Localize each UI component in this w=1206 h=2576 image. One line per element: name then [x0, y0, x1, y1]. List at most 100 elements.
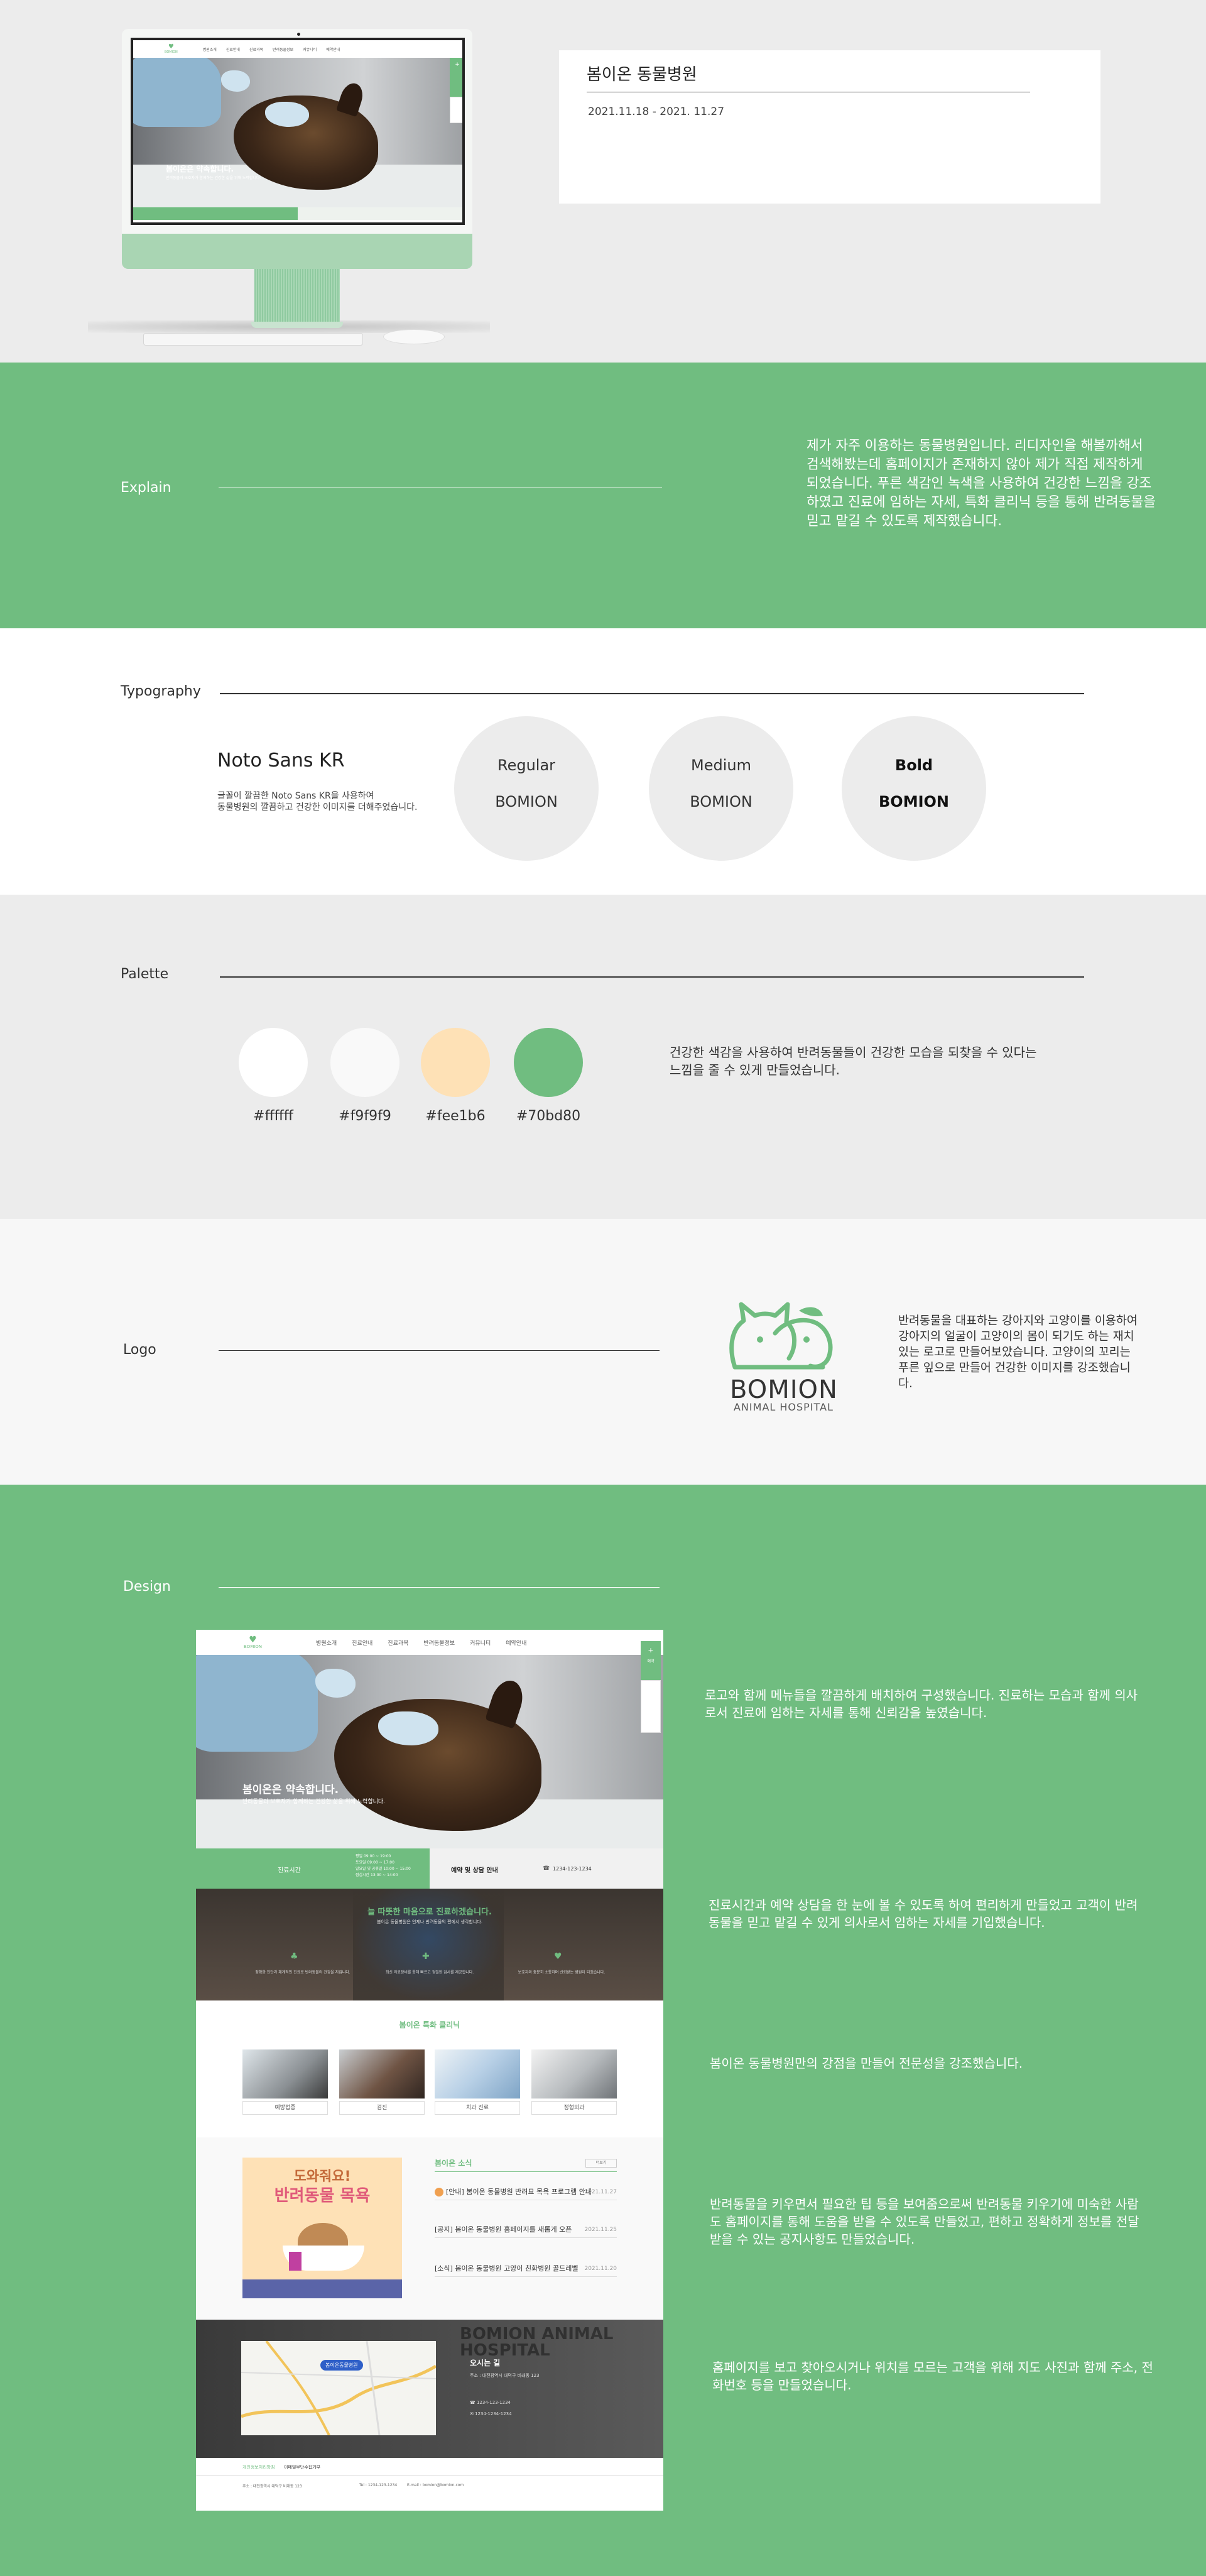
mock-quick-menu[interactable]: + 예약	[641, 1641, 661, 1680]
map-marker[interactable]: 봄이온동물병원	[320, 2360, 363, 2371]
notice-row[interactable]: [공지] 봄이온 동물병원 홈페이지를 새롭게 오픈 2021.11.25	[435, 2222, 617, 2238]
logo-rule	[219, 1350, 660, 1351]
weight-sample: BOMION	[879, 793, 949, 810]
mouse	[383, 329, 445, 344]
fax-icon: ✉	[470, 2411, 475, 2416]
notice-text: [공지] 봄이온 동물병원 홈페이지를 새롭게 오픈	[435, 2225, 572, 2234]
project-title: 봄이온 동물병원	[587, 65, 697, 84]
mini-nav-item[interactable]: 진료과목	[249, 46, 263, 52]
mock-nav-item[interactable]: 진료과목	[388, 1639, 408, 1647]
palette-section: Palette #ffffff #f9f9f9 #fee1b6 #70bd80 …	[0, 895, 1206, 1219]
weight-medium-circle: Medium BOMION	[649, 716, 793, 861]
weight-sample: BOMION	[690, 793, 752, 810]
mock-nav-item[interactable]: 병원소개	[316, 1639, 337, 1647]
weight-name: Medium	[691, 756, 751, 774]
mini-nav-item[interactable]: 예약안내	[326, 46, 340, 52]
explain-text: 제가 자주 이용하는 동물병원입니다. 리디자인을 해볼까해서 검색해봤는데 홈…	[807, 438, 1156, 529]
design-note: 진료시간과 예약 상담을 한 눈에 볼 수 있도록 하여 편리하게 만들었고 고…	[709, 1897, 1138, 1930]
swatch-peach	[421, 1028, 490, 1097]
clinic-section: 봄이온 특화 클리닉 예방접종 검진 치과 진료 정형외과	[196, 2000, 663, 2137]
weight-bold-circle: Bold BOMION	[842, 716, 986, 861]
mock-nav-item[interactable]: 커뮤니티	[470, 1639, 491, 1647]
footer-info: E-mail : bomion@bomion.com	[407, 2483, 464, 2487]
design-note: 로고와 함께 메뉴들을 깔끔하게 배치하여 구성했습니다. 진료하는 모습과 함…	[705, 1688, 1138, 1720]
mini-nav-item[interactable]: 커뮤니티	[303, 46, 317, 52]
mock-hero-sub: 반려동물과 보호자가 함께하는 건강한 삶을 위해 노력합니다.	[242, 1799, 386, 1805]
vet-coat	[133, 58, 221, 127]
logo-subtitle: ANIMAL HOSPITAL	[734, 1401, 834, 1413]
clinic-caption: 치과 진료	[435, 2101, 520, 2115]
mini-hours-bar	[133, 207, 298, 220]
mock-nav-item[interactable]: 진료안내	[352, 1639, 372, 1647]
monitor-camera	[297, 33, 300, 36]
clinic-card[interactable]: 예방접종	[242, 2049, 328, 2116]
design-label: Design	[123, 1579, 171, 1595]
clinic-card[interactable]: 검진	[339, 2049, 425, 2116]
mini-nav-item[interactable]: 반려동물정보	[273, 46, 293, 52]
vet-coat	[196, 1655, 318, 1752]
notice-section: 도와줘요! 반려동물 목욕 봄이온 소식 더보기 [안내] 봄이온 동물병원 반…	[196, 2137, 663, 2320]
mini-nav-item[interactable]: 진료안내	[226, 46, 240, 52]
map-image[interactable]: 봄이온동물병원	[241, 2340, 437, 2436]
footer-link[interactable]: 이메일무단수집거부	[284, 2464, 320, 2470]
location-title: 오시는 길	[470, 2359, 501, 2367]
logo-label: Logo	[123, 1342, 156, 1358]
palette-desc-line: 건강한 색감을 사용하여 반려동물들이 건강한 모습을 되찾을 수 있다는	[670, 1045, 1037, 1060]
notice-text: [소식] 봄이온 동물병원 고양이 친화병원 골드레벨	[435, 2264, 579, 2273]
phone-icon: ☎	[470, 2400, 477, 2405]
footer-link[interactable]: 개인정보처리방침	[242, 2464, 275, 2470]
footer-info: 주소 : 대전광역시 대덕구 비래동 123	[242, 2484, 302, 2489]
weight-regular-circle: Regular BOMION	[454, 716, 599, 861]
mini-site-logo[interactable]: ♥ BOMION	[165, 44, 178, 55]
swatch-label: #ffffff	[253, 1108, 293, 1124]
logo-cat-outline	[729, 1302, 797, 1370]
care-icon: ♣	[290, 1951, 298, 1962]
mini-hero-sub: 반려동물과 보호자가 함께하는 건강한 삶을 위해 노력합니다.	[166, 176, 261, 180]
hours-label: 진료시간	[278, 1867, 301, 1874]
swatch-label: #f9f9f9	[339, 1108, 391, 1124]
weight-name: Bold	[894, 756, 933, 774]
mock-nav-item[interactable]: 예약안내	[506, 1639, 526, 1647]
notice-more-button[interactable]: 더보기	[585, 2159, 617, 2168]
swatch-label: #70bd80	[516, 1108, 581, 1124]
quick-label: 예약	[647, 1659, 655, 1664]
weight-sample: BOMION	[495, 793, 558, 810]
mini-nav-item[interactable]: 병원소개	[203, 46, 217, 52]
care-item: 최신 의료장비를 통해 빠르고 정밀한 검사를 제공합니다.	[385, 1970, 474, 1975]
notice-row[interactable]: [소식] 봄이온 동물병원 고양이 친화병원 골드레벨 2021.11.20	[435, 2261, 617, 2277]
explain-section: Explain 제가 자주 이용하는 동물병원입니다. 리디자인을 해볼까해서 …	[0, 363, 1206, 628]
mini-hero-title: 봄이온은 약속합니다.	[166, 165, 234, 173]
weight-name: Regular	[497, 756, 556, 774]
mini-quick-menu[interactable]: +	[450, 58, 462, 97]
booking-phone[interactable]: 1234-123-1234	[553, 1866, 592, 1872]
typography-label: Typography	[121, 684, 201, 699]
care-icon: ♥	[554, 1951, 562, 1962]
mock-nav-item[interactable]: 반려동물정보	[423, 1639, 455, 1647]
mini-site-nav: ♥ BOMION 병원소개 진료안내 진료과목 반려동물정보 커뮤니티 예약안내	[133, 40, 462, 58]
footer-divider	[196, 2475, 663, 2476]
palette-description: 건강한 색감을 사용하여 반려동물들이 건강한 모습을 되찾을 수 있다는 느낌…	[670, 1044, 1078, 1079]
mini-logo-text: BOMION	[165, 50, 178, 54]
care-item: 정확한 진단과 체계적인 진료로 반려동물의 건강을 지킵니다.	[255, 1970, 350, 1975]
project-period: 2021.11.18 - 2021. 11.27	[588, 106, 725, 118]
mini-site-menu: 병원소개 진료안내 진료과목 반려동물정보 커뮤니티 예약안내	[203, 46, 340, 52]
mock-hero-title: 봄이온은 약속합니다.	[242, 1784, 339, 1796]
clinic-title: 봄이온 특화 클리닉	[399, 2021, 460, 2029]
typography-rule	[220, 693, 1084, 694]
font-desc-line: 동물병원의 깔끔하고 건강한 이미지를 더해주었습니다.	[217, 802, 418, 812]
clinic-card[interactable]: 정형외과	[531, 2049, 617, 2116]
mini-hero-banner: 봄이온은 약속합니다. 반려동물과 보호자가 함께하는 건강한 삶을 위해 노력…	[133, 58, 462, 207]
paw-logo-icon: ♥	[249, 1635, 257, 1645]
clinic-photo	[435, 2049, 520, 2098]
phone-icon: ☎	[543, 1865, 550, 1872]
mock-logo[interactable]: ♥ BOMION	[244, 1635, 262, 1649]
notice-divider	[435, 2171, 617, 2172]
care-title: 늘 따뜻한 마음으로 진료하겠습니다.	[367, 1907, 492, 1917]
font-name: Noto Sans KR	[217, 750, 345, 772]
mock-quick-panel	[641, 1680, 661, 1733]
notice-row[interactable]: [안내] 봄이온 동물병원 반려묘 목욕 프로그램 안내 2021.11.27	[435, 2184, 617, 2200]
mock-nav: ♥ BOMION 병원소개 진료안내 진료과목 반려동물정보 커뮤니티 예약안내	[196, 1630, 663, 1655]
clinic-card[interactable]: 치과 진료	[435, 2049, 520, 2116]
notice-banner[interactable]: 도와줘요! 반려동물 목욕	[242, 2158, 402, 2298]
location-fax-value: 1234-1234-1234	[475, 2411, 512, 2416]
